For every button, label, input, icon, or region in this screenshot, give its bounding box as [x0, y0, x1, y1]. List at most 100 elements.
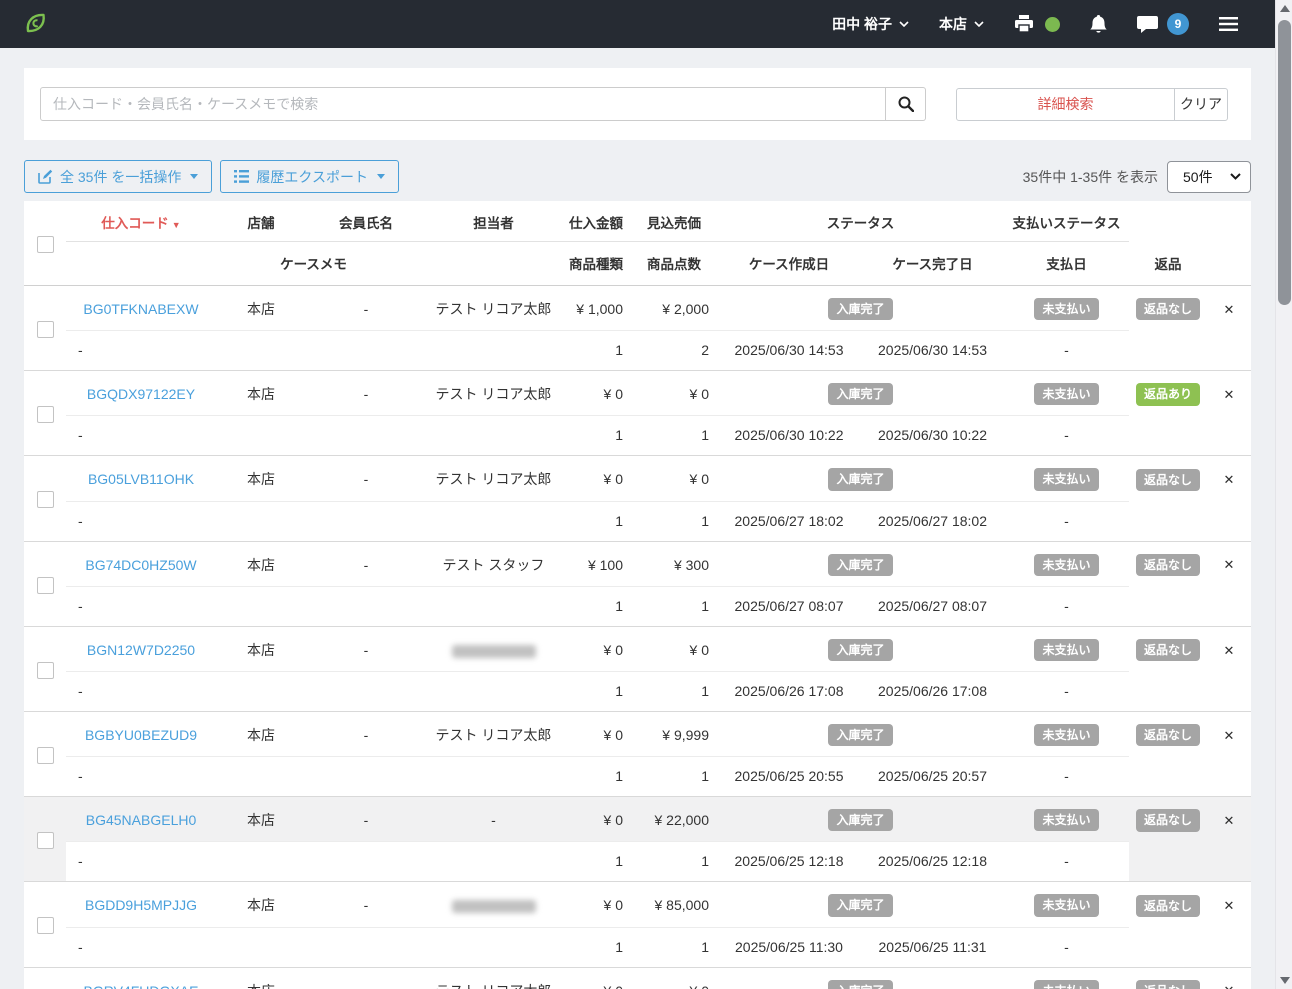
list-icon — [234, 170, 250, 183]
delete-cell: ✕ — [1207, 796, 1251, 842]
notifications-button[interactable] — [1090, 14, 1107, 34]
row-checkbox-cell — [24, 881, 66, 968]
purchase-code-link[interactable]: BGQDX97122EY — [87, 386, 195, 402]
clear-search-button[interactable]: クリア — [1174, 87, 1228, 121]
search-button[interactable] — [886, 87, 926, 121]
payment-status-badge: 未支払い — [1034, 468, 1099, 491]
paid-date-cell: - — [1004, 501, 1129, 542]
member-cell: - — [306, 881, 426, 928]
delete-row-button[interactable]: ✕ — [1224, 302, 1235, 317]
return-spacer-cell — [1129, 586, 1207, 627]
triangle-up-icon — [1279, 5, 1290, 12]
row-checkbox-cell — [24, 541, 66, 627]
row-checkbox-cell — [24, 370, 66, 457]
select-all-checkbox[interactable] — [36, 235, 54, 253]
purchase-code-cell: BGBYU0BEZUD9 — [66, 711, 216, 758]
header-case-memo: ケースメモ — [66, 241, 561, 286]
return-spacer-cell — [1129, 415, 1207, 457]
return-status-cell: 返品なし — [1129, 882, 1207, 927]
vertical-scrollbar[interactable] — [1275, 0, 1292, 989]
hamburger-menu-button[interactable] — [1219, 17, 1238, 31]
staff-cell — [426, 626, 561, 672]
user-menu[interactable]: 田中 裕子 — [832, 14, 909, 34]
close-spacer-cell — [1207, 756, 1251, 798]
purchase-code-link[interactable]: BG74DC0HZ50W — [85, 557, 196, 573]
product-types-cell: 1 — [561, 415, 631, 457]
header-created-at: ケース作成日 — [717, 241, 861, 286]
purchase-table-body: BG0TFKNABEXW 本店 - テスト リコア太郎 ¥ 1,000 ¥ 2,… — [24, 285, 1251, 989]
row-checkbox[interactable] — [36, 320, 54, 338]
per-page-select[interactable]: 50件 — [1167, 160, 1251, 193]
header-purchase-code[interactable]: 仕入コード ▼ — [66, 201, 216, 242]
bulk-action-dropdown[interactable]: 全 35件 を一括操作 — [24, 160, 213, 193]
header-completed-at: ケース完了日 — [861, 241, 1004, 286]
messages-button[interactable]: 9 — [1137, 13, 1189, 35]
row-checkbox[interactable] — [36, 491, 54, 509]
row-checkbox[interactable] — [36, 917, 54, 935]
purchase-code-cell: BG74DC0HZ50W — [66, 541, 216, 587]
staff-cell: テスト リコア太郎 — [426, 967, 561, 989]
table-row-detail: - 1 2 2025/06/30 14:53 2025/06/30 14:53 … — [24, 330, 1251, 372]
status-cell: 入庫完了 — [717, 455, 1004, 502]
case-memo-cell: - — [66, 756, 561, 798]
close-spacer-cell — [1207, 841, 1251, 883]
history-export-dropdown[interactable]: 履歴エクスポート — [220, 160, 399, 193]
purchase-code-link[interactable]: BG05LVB11OHK — [88, 471, 194, 487]
close-spacer-cell — [1207, 330, 1251, 372]
close-spacer-cell — [1207, 501, 1251, 542]
row-checkbox[interactable] — [36, 661, 54, 679]
store-menu[interactable]: 本店 — [939, 14, 984, 34]
delete-row-button[interactable]: ✕ — [1224, 643, 1235, 658]
purchase-code-link[interactable]: BGDD9H5MPJJG — [85, 897, 197, 913]
store-cell: 本店 — [216, 626, 306, 672]
scroll-down-button[interactable] — [1276, 972, 1292, 989]
payment-status-badge: 未支払い — [1034, 383, 1099, 406]
delete-row-button[interactable]: ✕ — [1224, 557, 1235, 572]
table-row-detail: - 1 1 2025/06/26 17:08 2025/06/26 17:08 … — [24, 671, 1251, 712]
row-checkbox[interactable] — [36, 746, 54, 764]
case-created-cell: 2025/06/27 08:07 — [717, 586, 861, 627]
return-status-badge: 返品なし — [1135, 298, 1200, 321]
table-row-detail: - 1 1 2025/06/25 11:30 2025/06/25 11:31 … — [24, 927, 1251, 968]
delete-row-button[interactable]: ✕ — [1224, 728, 1235, 743]
delete-row-button[interactable]: ✕ — [1224, 898, 1235, 913]
row-checkbox-cell — [24, 626, 66, 712]
purchase-code-link[interactable]: BGN12W7D2250 — [87, 642, 195, 658]
case-completed-cell: 2025/06/25 20:57 — [861, 756, 1004, 798]
search-panel: 詳細検索 クリア — [24, 68, 1251, 140]
delete-row-button[interactable]: ✕ — [1224, 472, 1235, 487]
scroll-up-button[interactable] — [1276, 0, 1292, 17]
return-spacer-cell — [1129, 330, 1207, 372]
purchase-code-link[interactable]: BGRV4FUDGXAE — [84, 983, 199, 989]
product-types-cell: 1 — [561, 671, 631, 712]
bulk-action-label: 全 35件 を一括操作 — [60, 168, 182, 185]
scrollbar-thumb[interactable] — [1278, 20, 1291, 305]
case-created-cell: 2025/06/27 18:02 — [717, 501, 861, 542]
table-row: BG74DC0HZ50W 本店 - テスト スタッフ ¥ 100 ¥ 300 入… — [24, 541, 1251, 627]
row-checkbox[interactable] — [36, 406, 54, 424]
purchase-code-link[interactable]: BG45NABGELH0 — [86, 812, 197, 828]
return-status-badge: 返品なし — [1135, 468, 1200, 491]
app-logo-icon[interactable] — [24, 11, 48, 38]
table-row: BG0TFKNABEXW 本店 - テスト リコア太郎 ¥ 1,000 ¥ 2,… — [24, 285, 1251, 372]
delete-row-button[interactable]: ✕ — [1224, 387, 1235, 402]
chevron-down-icon — [899, 21, 909, 27]
store-cell: 本店 — [216, 370, 306, 417]
return-status-badge: 返品なし — [1135, 639, 1200, 662]
delete-cell: ✕ — [1207, 456, 1251, 501]
delete-row-button[interactable]: ✕ — [1224, 813, 1235, 828]
status-cell: 入庫完了 — [717, 967, 1004, 989]
purchase-code-link[interactable]: BG0TFKNABEXW — [83, 301, 198, 317]
table-row: BGQDX97122EY 本店 - テスト リコア太郎 ¥ 0 ¥ 0 入庫完了… — [24, 370, 1251, 457]
purchase-code-link[interactable]: BGBYU0BEZUD9 — [85, 727, 197, 743]
purchase-amount-cell: ¥ 1,000 — [561, 285, 631, 332]
per-page-value: 50件 — [1183, 168, 1213, 185]
row-checkbox[interactable] — [36, 576, 54, 594]
expected-price-cell: ¥ 0 — [631, 455, 717, 502]
row-checkbox[interactable] — [36, 832, 54, 850]
delete-row-button[interactable]: ✕ — [1224, 983, 1235, 989]
advanced-search-button[interactable]: 詳細検索 — [956, 87, 1175, 121]
search-input[interactable] — [40, 87, 886, 121]
return-status-cell: 返品なし — [1129, 711, 1207, 756]
printer-status[interactable] — [1014, 15, 1060, 33]
